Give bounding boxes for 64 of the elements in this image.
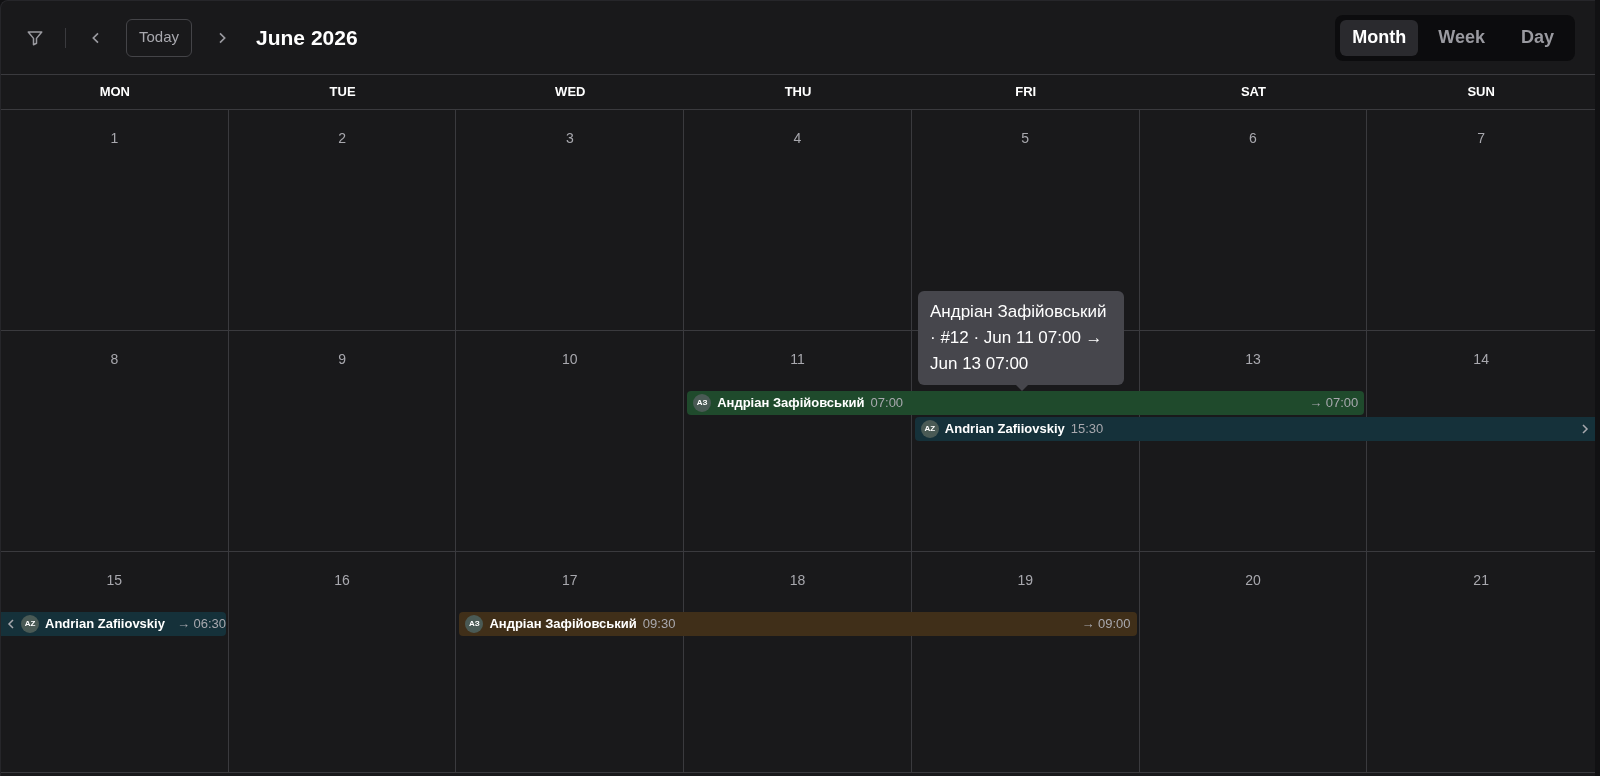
event-end-time: → 09:00: [1081, 615, 1131, 634]
day-cell[interactable]: 8: [1, 331, 229, 551]
event-time: 07:00: [870, 394, 904, 413]
avatar: АЗ: [465, 615, 484, 633]
event-end-time: → 07:00: [1309, 394, 1359, 413]
view-tab[interactable]: Week: [1422, 19, 1501, 56]
tooltip-pointer: [1016, 385, 1028, 391]
event-name: Andrian Zafiiovskiy: [944, 420, 1065, 439]
day-number: 21: [1473, 571, 1489, 590]
view-tab[interactable]: Day: [1504, 19, 1570, 56]
event-end-time: → 06:30: [176, 615, 227, 634]
day-number: 2: [338, 129, 346, 148]
weekday-label: SAT: [1240, 83, 1266, 102]
day-number: 1: [110, 129, 119, 148]
weekday-label: TUE: [329, 83, 356, 102]
day-cell[interactable]: 6: [1139, 110, 1368, 330]
day-number: 9: [338, 350, 346, 369]
event-name: Andrian Zafiiovskiy: [45, 615, 165, 634]
day-cell[interactable]: 10: [456, 331, 685, 551]
day-cell[interactable]: 20: [1139, 552, 1368, 772]
day-number: 13: [1245, 350, 1261, 369]
day-number: 7: [1477, 129, 1486, 148]
day-cell[interactable]: 7: [1367, 110, 1595, 330]
weekday-label: FRI: [1015, 83, 1037, 102]
event-bar[interactable]: АЗ Андріан Зафійовський 07:00 → 07:00: [687, 391, 1365, 415]
event-time: 09:30: [642, 615, 676, 634]
day-cell[interactable]: 1: [1, 110, 229, 330]
day-number: 4: [793, 129, 802, 148]
day-number: 20: [1245, 571, 1261, 590]
day-number: 15: [106, 571, 123, 590]
avatar: AZ: [21, 615, 39, 633]
day-cell[interactable]: 21: [1367, 552, 1595, 772]
event-name: Андріан Зафійовський: [489, 615, 637, 634]
day-cell[interactable]: 9: [228, 331, 457, 551]
avatar: АЗ: [693, 394, 712, 412]
event-bar[interactable]: АЗ Андріан Зафійовський 09:30 → 09:00: [459, 612, 1137, 636]
avatar: AZ: [920, 420, 939, 438]
event-bar[interactable]: AZ Andrian Zafiiovskiy 15:30: [914, 417, 1595, 441]
weekday-label: WED: [555, 83, 586, 102]
day-number: 19: [1017, 571, 1033, 590]
event-name: Андріан Зафійовський: [717, 394, 865, 413]
day-number: 5: [1021, 129, 1030, 148]
day-cell[interactable]: 16: [228, 552, 457, 772]
day-number: 11: [790, 350, 805, 369]
day-cell[interactable]: 4: [684, 110, 912, 330]
event-bar[interactable]: AZ Andrian Zafiiovskiy → 06:30: [1, 612, 226, 636]
weekday-label: MON: [99, 83, 130, 102]
day-number: 8: [110, 350, 119, 369]
day-number: 16: [334, 571, 350, 590]
tooltip: Андріан Зафійовський · #12 · Jun 11 07:00 → Jun 13 07:00: [918, 291, 1124, 385]
day-cell[interactable]: 2: [228, 110, 457, 330]
day-number: 14: [1473, 350, 1489, 369]
today-button[interactable]: Today: [126, 18, 193, 57]
weekday-label: SUN: [1467, 83, 1495, 102]
day-number: 6: [1249, 129, 1257, 148]
day-number: 18: [789, 571, 806, 590]
view-tab[interactable]: Month: [1340, 19, 1419, 56]
month-title: June 2026: [256, 24, 358, 51]
event-time: 15:30: [1070, 420, 1104, 439]
day-number: 3: [565, 129, 574, 148]
weekday-label: THU: [784, 83, 812, 102]
day-cell[interactable]: 3: [456, 110, 685, 330]
day-number: 10: [562, 350, 578, 369]
day-number: 17: [562, 571, 578, 590]
